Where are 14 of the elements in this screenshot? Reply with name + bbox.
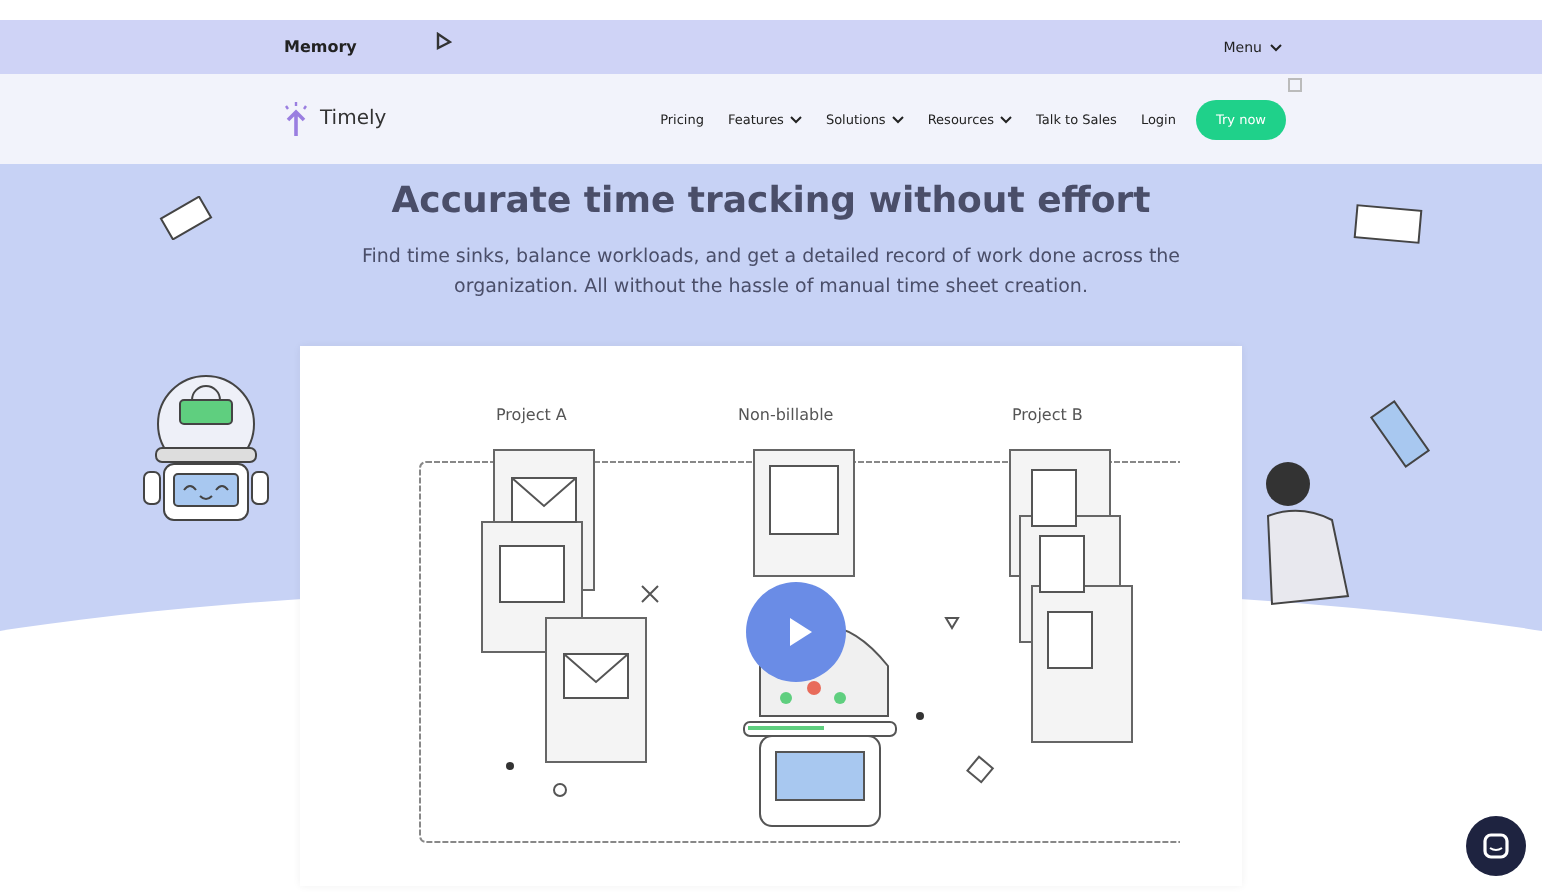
column-label: Project B	[1012, 406, 1083, 424]
chat-icon	[1482, 832, 1510, 860]
column-label: Project A	[496, 406, 567, 424]
hero-description: Find time sinks, balance workloads, and get a detailed record of work done across the organization. All without the hassle of manual time sheet creation.	[359, 244, 1183, 302]
cursor-icon	[436, 32, 453, 50]
brand-name: Timely	[320, 108, 387, 130]
caret-icon	[1270, 43, 1282, 51]
play-button[interactable]	[746, 582, 846, 682]
square-icon	[1288, 78, 1302, 92]
app-title: Memory	[284, 38, 357, 56]
hero-heading: Accurate time tracking without effort	[391, 180, 1151, 222]
play-icon	[786, 616, 814, 648]
column-label: Non-billable	[738, 406, 834, 424]
logo-icon	[284, 101, 308, 137]
